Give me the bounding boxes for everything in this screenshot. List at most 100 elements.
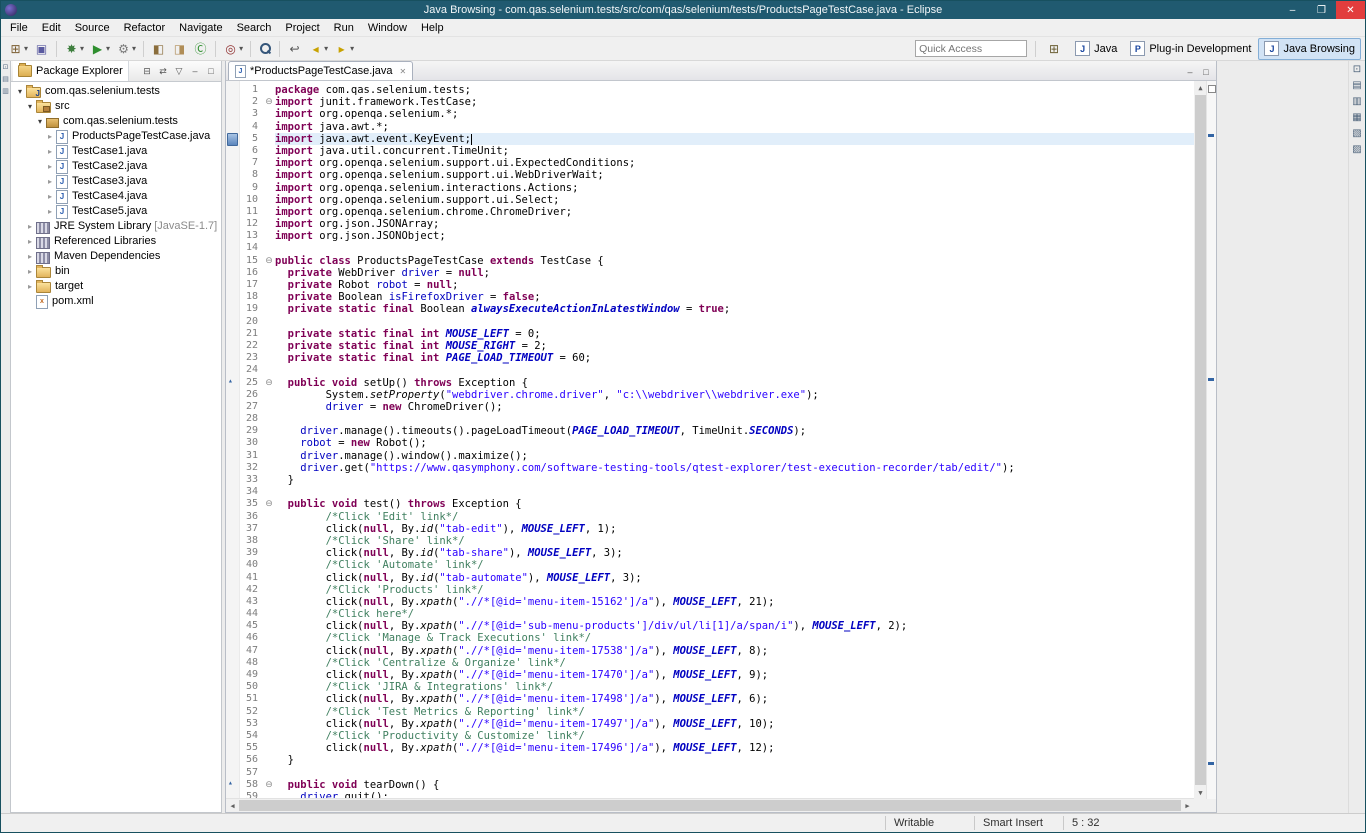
- menu-source[interactable]: Source: [68, 21, 117, 35]
- code-line-49[interactable]: 49 click(null, By.xpath(".//*[@id='menu-…: [239, 669, 1194, 681]
- code-line-42[interactable]: 42 /*Click 'Products' link*/: [239, 584, 1194, 596]
- code-line-38[interactable]: 38 /*Click 'Share' link*/: [239, 535, 1194, 547]
- fold-collapse-icon[interactable]: ⊖: [263, 377, 275, 389]
- perspective-java-button[interactable]: JJava: [1069, 38, 1123, 60]
- overview-ruler[interactable]: [1206, 81, 1216, 799]
- code-line-20[interactable]: 20: [239, 316, 1194, 328]
- tree-expanded-arrow-icon[interactable]: ▾: [35, 114, 45, 129]
- tree-collapsed-arrow-icon[interactable]: ▸: [25, 279, 35, 294]
- new-class-button[interactable]: Ⓒ: [190, 38, 211, 60]
- code-line-25[interactable]: 25⊖ public void setUp() throws Exception…: [239, 377, 1194, 389]
- scroll-right-icon[interactable]: ▶: [1181, 799, 1194, 812]
- horizontal-scroll-thumb[interactable]: [239, 800, 1181, 811]
- tree-item-maven-dependencies[interactable]: ▸Maven Dependencies: [11, 249, 221, 264]
- fold-collapse-icon[interactable]: ⊖: [263, 255, 275, 267]
- code-line-50[interactable]: 50 /*Click 'JIRA & Integrations' link*/: [239, 681, 1194, 693]
- code-line-47[interactable]: 47 click(null, By.xpath(".//*[@id='menu-…: [239, 645, 1194, 657]
- code-line-39[interactable]: 39 click(null, By.id("tab-share"), MOUSE…: [239, 547, 1194, 559]
- scroll-left-icon[interactable]: ◀: [226, 799, 239, 812]
- overview-mark[interactable]: [1208, 762, 1214, 765]
- code-line-36[interactable]: 36 /*Click 'Edit' link*/: [239, 511, 1194, 523]
- overview-mark[interactable]: [1208, 378, 1214, 381]
- minimized-view-1-icon[interactable]: ▤: [1352, 80, 1361, 92]
- code-line-5[interactable]: 5import java.awt.event.KeyEvent;: [239, 133, 1194, 145]
- tree-item-testcase5.java[interactable]: ▸JTestCase5.java: [11, 204, 221, 219]
- tree-collapsed-arrow-icon[interactable]: ▸: [45, 144, 55, 159]
- fold-collapse-icon[interactable]: ⊖: [263, 779, 275, 791]
- tree-item-bin[interactable]: ▸bin: [11, 264, 221, 279]
- coverage-button[interactable]: ◎▾: [220, 38, 246, 60]
- code-line-7[interactable]: 7import org.openqa.selenium.support.ui.E…: [239, 157, 1194, 169]
- menu-file[interactable]: File: [3, 21, 35, 35]
- menu-run[interactable]: Run: [327, 21, 361, 35]
- current-line-range-marker[interactable]: [227, 133, 238, 146]
- code-line-21[interactable]: 21 private static final int MOUSE_LEFT =…: [239, 328, 1194, 340]
- change-marker[interactable]: ▴: [228, 377, 233, 385]
- tree-collapsed-arrow-icon[interactable]: ▸: [45, 129, 55, 144]
- save-button[interactable]: ▣: [31, 38, 52, 60]
- code-line-23[interactable]: 23 private static final int PAGE_LOAD_TI…: [239, 352, 1194, 364]
- code-line-31[interactable]: 31 driver.manage().window().maximize();: [239, 450, 1194, 462]
- code-line-58[interactable]: 58⊖ public void tearDown() {: [239, 779, 1194, 791]
- code-line-27[interactable]: 27 driver = new ChromeDriver();: [239, 401, 1194, 413]
- tree-collapsed-arrow-icon[interactable]: ▸: [45, 159, 55, 174]
- right-restore-trim-icon[interactable]: ⊡: [1353, 64, 1361, 76]
- code-line-9[interactable]: 9import org.openqa.selenium.interactions…: [239, 182, 1194, 194]
- menu-navigate[interactable]: Navigate: [172, 21, 229, 35]
- code-line-56[interactable]: 56 }: [239, 754, 1194, 766]
- code-line-11[interactable]: 11import org.openqa.selenium.chrome.Chro…: [239, 206, 1194, 218]
- open-perspective-button[interactable]: ⊞: [1044, 39, 1064, 59]
- code-line-54[interactable]: 54 /*Click 'Productivity & Customize' li…: [239, 730, 1194, 742]
- overview-mark[interactable]: [1208, 134, 1214, 137]
- code-line-51[interactable]: 51 click(null, By.xpath(".//*[@id='menu-…: [239, 693, 1194, 705]
- last-edit-location-button[interactable]: ↩: [284, 38, 305, 60]
- tree-item-testcase4.java[interactable]: ▸JTestCase4.java: [11, 189, 221, 204]
- tree-item-referenced-libraries[interactable]: ▸Referenced Libraries: [11, 234, 221, 249]
- fold-collapse-icon[interactable]: ⊖: [263, 498, 275, 510]
- minimized-view-3-icon[interactable]: ▦: [1352, 112, 1361, 124]
- quick-access-input[interactable]: [915, 40, 1027, 57]
- code-line-12[interactable]: 12import org.json.JSONArray;: [239, 218, 1194, 230]
- code-line-53[interactable]: 53 click(null, By.xpath(".//*[@id='menu-…: [239, 718, 1194, 730]
- tree-item-testcase1.java[interactable]: ▸JTestCase1.java: [11, 144, 221, 159]
- minimized-view-5-icon[interactable]: ▨: [1352, 144, 1361, 156]
- code-line-40[interactable]: 40 /*Click 'Automate' link*/: [239, 559, 1194, 571]
- view-menu-button[interactable]: ▽: [171, 63, 187, 79]
- link-with-editor-button[interactable]: ⇄: [155, 63, 171, 79]
- code-line-16[interactable]: 16 private WebDriver driver = null;: [239, 267, 1194, 279]
- minimize-window-button[interactable]: –: [1278, 1, 1307, 19]
- editor-tab-productspagetestcase[interactable]: J *ProductsPageTestCase.java ✕: [228, 61, 413, 80]
- tree-item-com.qas.selenium.tests[interactable]: ▾com.qas.selenium.tests: [11, 114, 221, 129]
- perspective-plug-in-development-button[interactable]: PPlug-in Development: [1124, 38, 1257, 60]
- code-line-1[interactable]: 1package com.qas.selenium.tests;: [239, 84, 1194, 96]
- tree-expanded-arrow-icon[interactable]: ▾: [15, 84, 25, 99]
- menu-refactor[interactable]: Refactor: [117, 21, 173, 35]
- menu-edit[interactable]: Edit: [35, 21, 68, 35]
- code-line-6[interactable]: 6import java.util.concurrent.TimeUnit;: [239, 145, 1194, 157]
- back-button[interactable]: ◂▾: [305, 38, 331, 60]
- tree-item-testcase3.java[interactable]: ▸JTestCase3.java: [11, 174, 221, 189]
- menu-help[interactable]: Help: [414, 21, 451, 35]
- tree-collapsed-arrow-icon[interactable]: ▸: [45, 204, 55, 219]
- debug-button[interactable]: ✸▾: [61, 38, 87, 60]
- tree-collapsed-arrow-icon[interactable]: ▸: [45, 189, 55, 204]
- code-line-32[interactable]: 32 driver.get("https://www.qasymphony.co…: [239, 462, 1194, 474]
- minimized-view-4-icon[interactable]: ▧: [1352, 128, 1361, 140]
- forward-button[interactable]: ▸▾: [331, 38, 357, 60]
- code-line-28[interactable]: 28: [239, 413, 1194, 425]
- minimized-view-2-icon[interactable]: ▥: [1352, 96, 1361, 108]
- fold-collapse-icon[interactable]: ⊖: [263, 96, 275, 108]
- annotation-ruler[interactable]: ▴▴: [226, 81, 240, 799]
- code-line-18[interactable]: 18 private Boolean isFirefoxDriver = fal…: [239, 291, 1194, 303]
- code-line-13[interactable]: 13import org.json.JSONObject;: [239, 230, 1194, 242]
- perspective-java-browsing-button[interactable]: JJava Browsing: [1258, 38, 1361, 60]
- external-tools-button[interactable]: ⚙▾: [113, 38, 139, 60]
- code-line-35[interactable]: 35⊖ public void test() throws Exception …: [239, 498, 1194, 510]
- package-explorer-tab[interactable]: Package Explorer: [13, 61, 129, 81]
- tree-collapsed-arrow-icon[interactable]: ▸: [25, 249, 35, 264]
- menu-search[interactable]: Search: [230, 21, 279, 35]
- code-line-19[interactable]: 19 private static final Boolean alwaysEx…: [239, 303, 1194, 315]
- tree-item-testcase2.java[interactable]: ▸JTestCase2.java: [11, 159, 221, 174]
- overview-mark[interactable]: [1208, 85, 1216, 93]
- maximize-view-button[interactable]: □: [203, 63, 219, 79]
